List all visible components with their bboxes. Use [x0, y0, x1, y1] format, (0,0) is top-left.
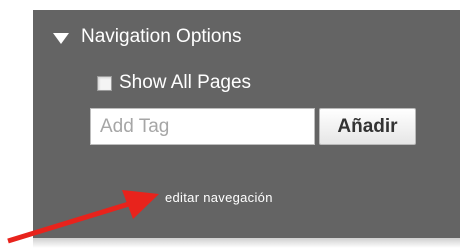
add-tag-row: Añadir	[90, 108, 416, 145]
add-tag-input[interactable]	[90, 108, 315, 145]
screenshot-stage: Navigation Options Show All Pages Añadir…	[0, 0, 460, 248]
show-all-pages-checkbox[interactable]	[97, 75, 112, 91]
triangle-down-icon[interactable]	[53, 32, 69, 44]
navigation-options-title: Navigation Options	[81, 26, 242, 47]
navigation-options-panel: Navigation Options Show All Pages Añadir…	[33, 10, 460, 240]
show-all-pages-label: Show All Pages	[119, 72, 252, 93]
add-tag-button[interactable]: Añadir	[319, 108, 416, 145]
panel-bottom-edge	[33, 238, 460, 248]
show-all-pages-option[interactable]: Show All Pages	[97, 72, 251, 94]
edit-navigation-link[interactable]: editar navegación	[165, 190, 273, 205]
navigation-options-header[interactable]: Navigation Options	[53, 26, 242, 48]
